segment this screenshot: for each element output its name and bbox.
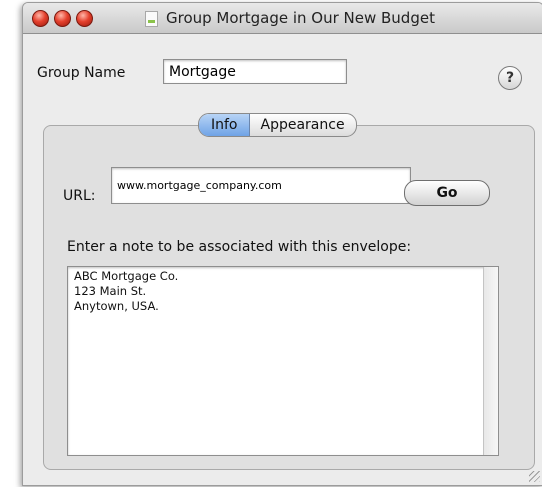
go-button[interactable]: Go	[404, 180, 490, 206]
note-textarea[interactable]: ABC Mortgage Co. 123 Main St. Anytown, U…	[67, 266, 499, 456]
resize-grip-icon[interactable]	[529, 471, 540, 482]
note-line: ABC Mortgage Co.	[74, 269, 179, 283]
minimize-window-button[interactable]	[54, 10, 71, 27]
title-bar[interactable]: Group Mortgage in Our New Budget	[23, 3, 542, 34]
zoom-window-button[interactable]	[76, 10, 93, 27]
document-icon	[145, 11, 158, 27]
url-input[interactable]	[111, 167, 411, 204]
close-window-button[interactable]	[32, 10, 49, 27]
note-scrollbar[interactable]	[483, 267, 498, 455]
window-title: Group Mortgage in Our New Budget	[166, 9, 435, 27]
url-label: URL:	[63, 188, 96, 204]
help-icon: ?	[505, 70, 515, 86]
tab-appearance[interactable]: Appearance	[250, 114, 356, 136]
help-button[interactable]: ?	[498, 66, 522, 90]
tab-bar: Info Appearance	[198, 113, 357, 137]
note-line: 123 Main St.	[74, 284, 147, 298]
note-line: Anytown, USA.	[74, 299, 159, 313]
note-text: ABC Mortgage Co. 123 Main St. Anytown, U…	[74, 269, 178, 314]
note-label: Enter a note to be associated with this …	[67, 239, 412, 255]
group-window: Group Mortgage in Our New Budget Group N…	[22, 2, 542, 486]
tab-info[interactable]: Info	[199, 114, 250, 136]
group-name-input[interactable]	[163, 59, 347, 84]
group-name-label: Group Name	[37, 65, 126, 81]
